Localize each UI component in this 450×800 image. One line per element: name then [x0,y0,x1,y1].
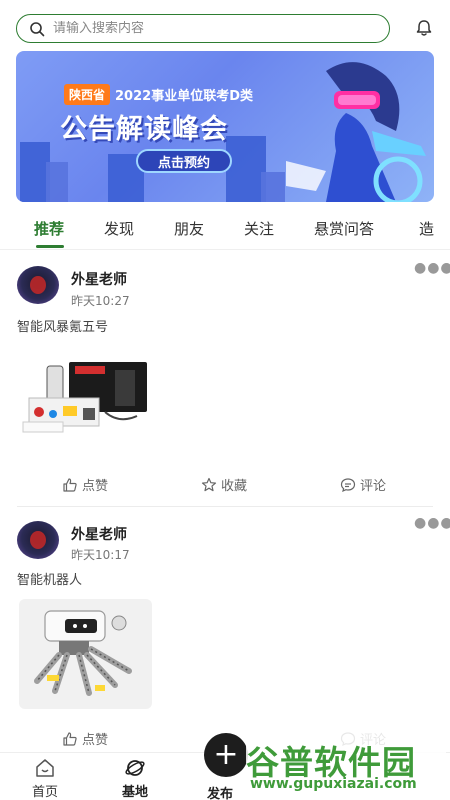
banner-region-tag: 陕西省 [64,84,111,105]
tab-friends[interactable]: 朋友 [174,218,204,239]
post-time: 昨天10:17 [71,548,130,562]
star-icon [201,477,217,491]
nav-base-label: 基地 [121,785,148,800]
banner-title: 公告解读峰会 [60,114,228,145]
tab-bounty-qa[interactable]: 悬赏问答 [314,218,374,239]
banner-building [261,172,285,202]
avatar[interactable] [17,521,59,559]
comment-icon [340,477,356,492]
publish-label[interactable]: 发布 [207,783,233,800]
post-image[interactable] [19,599,152,709]
promo-banner[interactable]: 陕西省 2022事业单位联考D类 公告解读峰会 点击预约 [16,51,434,202]
author-name[interactable]: 外星老师 [71,269,127,289]
avatar[interactable] [17,266,59,304]
tab-create[interactable]: 造 [419,218,434,239]
post-image[interactable] [19,352,153,440]
comment-button[interactable]: 评论 [340,475,386,494]
category-tabs: 推荐 发现 朋友 关注 悬赏问答 造 [0,210,450,250]
watermark: 谷普软件园 www.gupuxiazai.com [246,732,446,796]
robot-kit-image [22,362,147,433]
active-tab-indicator [36,245,64,248]
banner-subtitle: 2022事业单位联考D类 [115,89,253,104]
publish-button[interactable]: + [204,733,248,777]
banner-illustration [286,62,426,202]
post-divider [17,506,433,507]
more-options-icon[interactable]: ●●● [414,515,450,531]
like-label: 点赞 [82,479,109,494]
banner-building [46,162,68,202]
planet-icon [125,760,145,776]
comment-label: 评论 [360,479,387,494]
post-text: 智能风暴氪五号 [17,320,109,335]
nav-home[interactable]: 首页 [15,757,75,800]
robot-image [34,610,132,696]
post-time: 昨天10:27 [71,294,130,308]
home-icon [36,759,54,777]
favorite-button[interactable]: 收藏 [201,475,247,494]
search-icon [30,21,45,36]
more-options-icon[interactable]: ●●● [414,260,450,276]
post-actions: 点赞 收藏 评论 [0,475,450,499]
nav-base[interactable]: 基地 [105,757,165,800]
tab-recommend[interactable]: 推荐 [34,218,64,239]
reserve-button[interactable]: 点击预约 [136,149,232,173]
tab-discover[interactable]: 发现 [104,218,134,239]
tab-following[interactable]: 关注 [244,218,274,239]
like-button[interactable]: 点赞 [62,729,108,748]
banner-building [226,136,266,202]
author-name[interactable]: 外星老师 [71,524,127,544]
bell-icon[interactable] [414,18,434,38]
like-label: 点赞 [82,733,109,748]
search-bar[interactable] [16,14,390,43]
thumb-up-icon [63,731,77,746]
favorite-label: 收藏 [221,479,248,494]
like-button[interactable]: 点赞 [62,475,108,494]
nav-home-label: 首页 [31,785,58,800]
post-card[interactable]: 外星老师 昨天10:27 ●●● 智能风暴氪五号 点赞 收藏 评论 [0,260,450,507]
banner-headline: 陕西省 2022事业单位联考D类 [64,84,253,105]
watermark-url: www.gupuxiazai.com [250,776,417,792]
search-input[interactable] [53,21,353,36]
post-text: 智能机器人 [17,573,83,588]
post-card[interactable]: 外星老师 昨天10:17 ●●● 智能机器人 点赞 评论 [0,515,450,750]
thumb-up-icon [63,477,77,492]
top-bar [0,0,450,50]
